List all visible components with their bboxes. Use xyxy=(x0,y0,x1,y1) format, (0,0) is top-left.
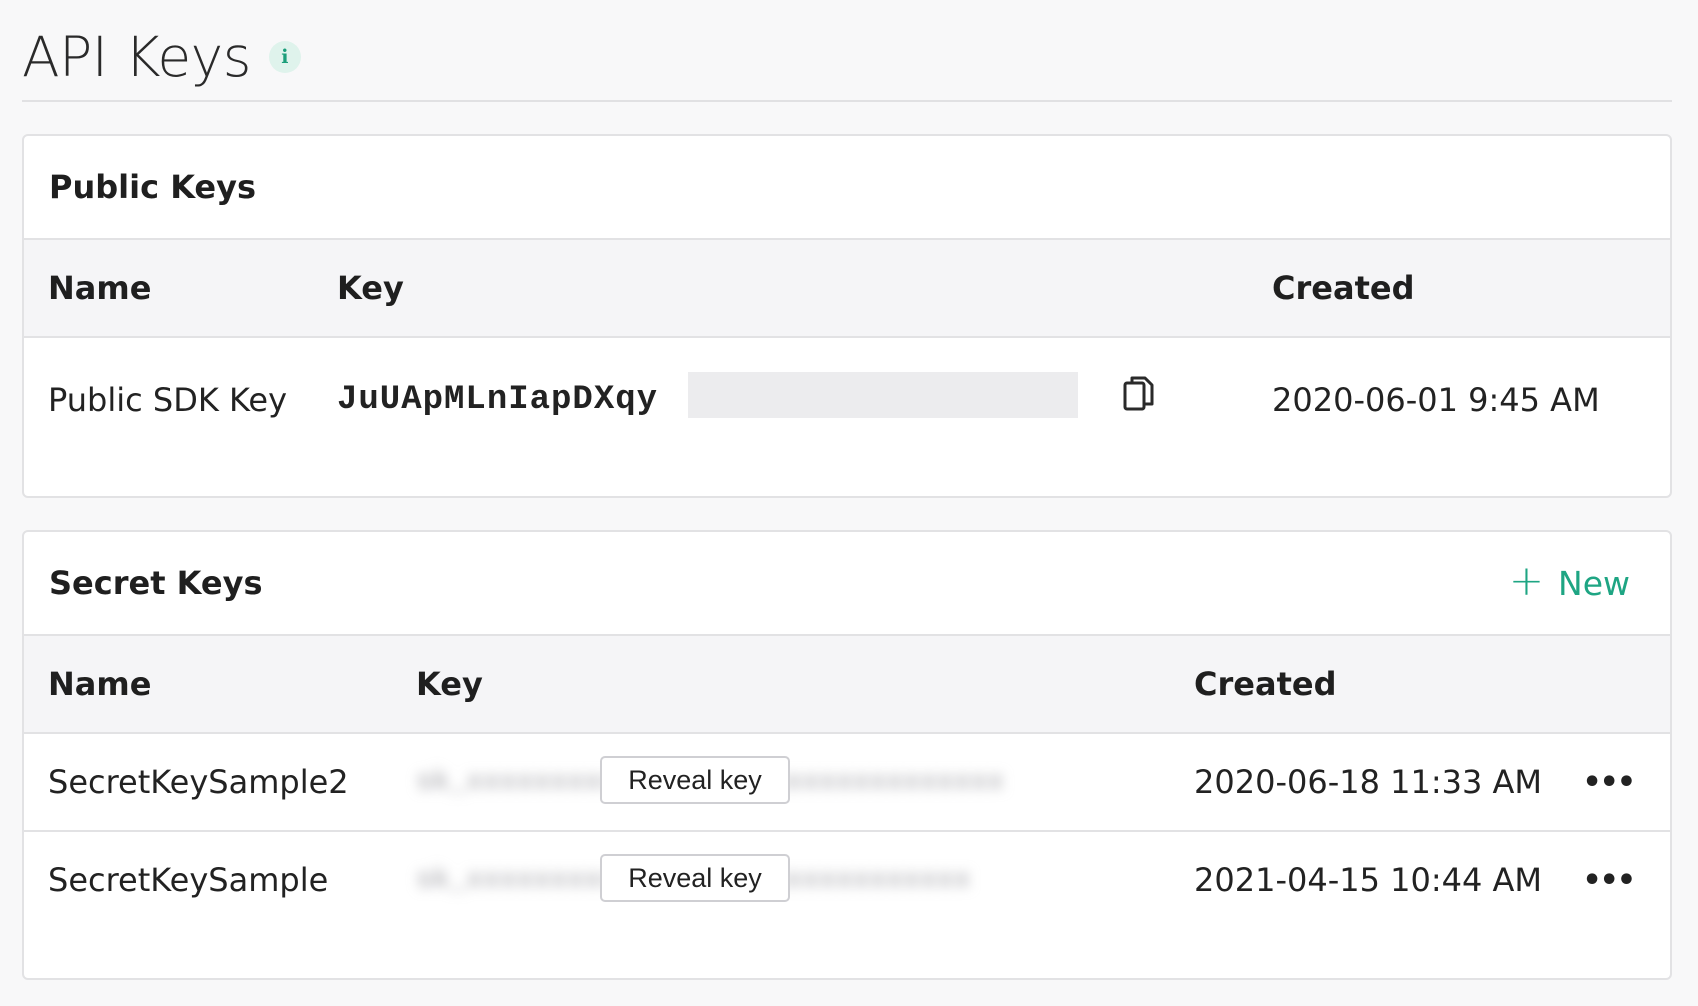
copy-icon[interactable] xyxy=(1122,374,1156,414)
info-icon[interactable]: i xyxy=(268,41,301,73)
column-header-name: Name xyxy=(48,269,152,307)
public-key-value: JuUApMLnIapDXqy xyxy=(337,381,659,419)
secret-keys-table-header: Name Key Created xyxy=(24,636,1670,734)
secret-keys-card: Secret Keys + New Name Key Created Secre… xyxy=(22,530,1672,980)
secret-keys-title: Secret Keys xyxy=(49,564,263,602)
public-keys-card: Public Keys Name Key Created Public SDK … xyxy=(22,134,1672,498)
reveal-key-button[interactable]: Reveal key xyxy=(600,854,790,902)
table-row: Public SDK Key JuUApMLnIapDXqy 2020-06-0… xyxy=(24,338,1670,462)
column-header-created: Created xyxy=(1272,269,1415,307)
table-row: SecretKeySample sk_xxxxxxxxxxxxxxxxxxxxx… xyxy=(24,832,1670,928)
created-date: 2020-06-18 11:33 AM xyxy=(1194,763,1543,801)
table-row: SecretKeySample2 sk_xxxxxxxxxxxxxxxxxxxx… xyxy=(24,734,1670,832)
key-name: SecretKeySample2 xyxy=(48,763,349,801)
key-name: Public SDK Key xyxy=(48,381,287,419)
page-title: API Keys xyxy=(22,24,251,89)
page-header: API Keys i xyxy=(22,14,1672,102)
column-header-key: Key xyxy=(416,665,483,703)
more-options-icon[interactable]: ••• xyxy=(1582,734,1636,830)
public-keys-header: Public Keys xyxy=(24,136,1670,240)
column-header-created: Created xyxy=(1194,665,1337,703)
column-header-key: Key xyxy=(337,269,404,307)
created-date: 2021-04-15 10:44 AM xyxy=(1194,861,1543,899)
public-keys-table-header: Name Key Created xyxy=(24,240,1670,338)
redacted-key-portion xyxy=(688,372,1078,418)
key-name: SecretKeySample xyxy=(48,861,329,899)
reveal-key-button[interactable]: Reveal key xyxy=(600,756,790,804)
more-options-icon[interactable]: ••• xyxy=(1582,832,1636,928)
public-keys-title: Public Keys xyxy=(49,168,257,206)
plus-icon: + xyxy=(1508,556,1545,605)
new-secret-key-button[interactable]: + New xyxy=(1509,532,1630,634)
column-header-name: Name xyxy=(48,665,152,703)
secret-keys-header: Secret Keys + New xyxy=(24,532,1670,636)
new-button-label: New xyxy=(1558,563,1630,603)
created-date: 2020-06-01 9:45 AM xyxy=(1272,381,1600,419)
